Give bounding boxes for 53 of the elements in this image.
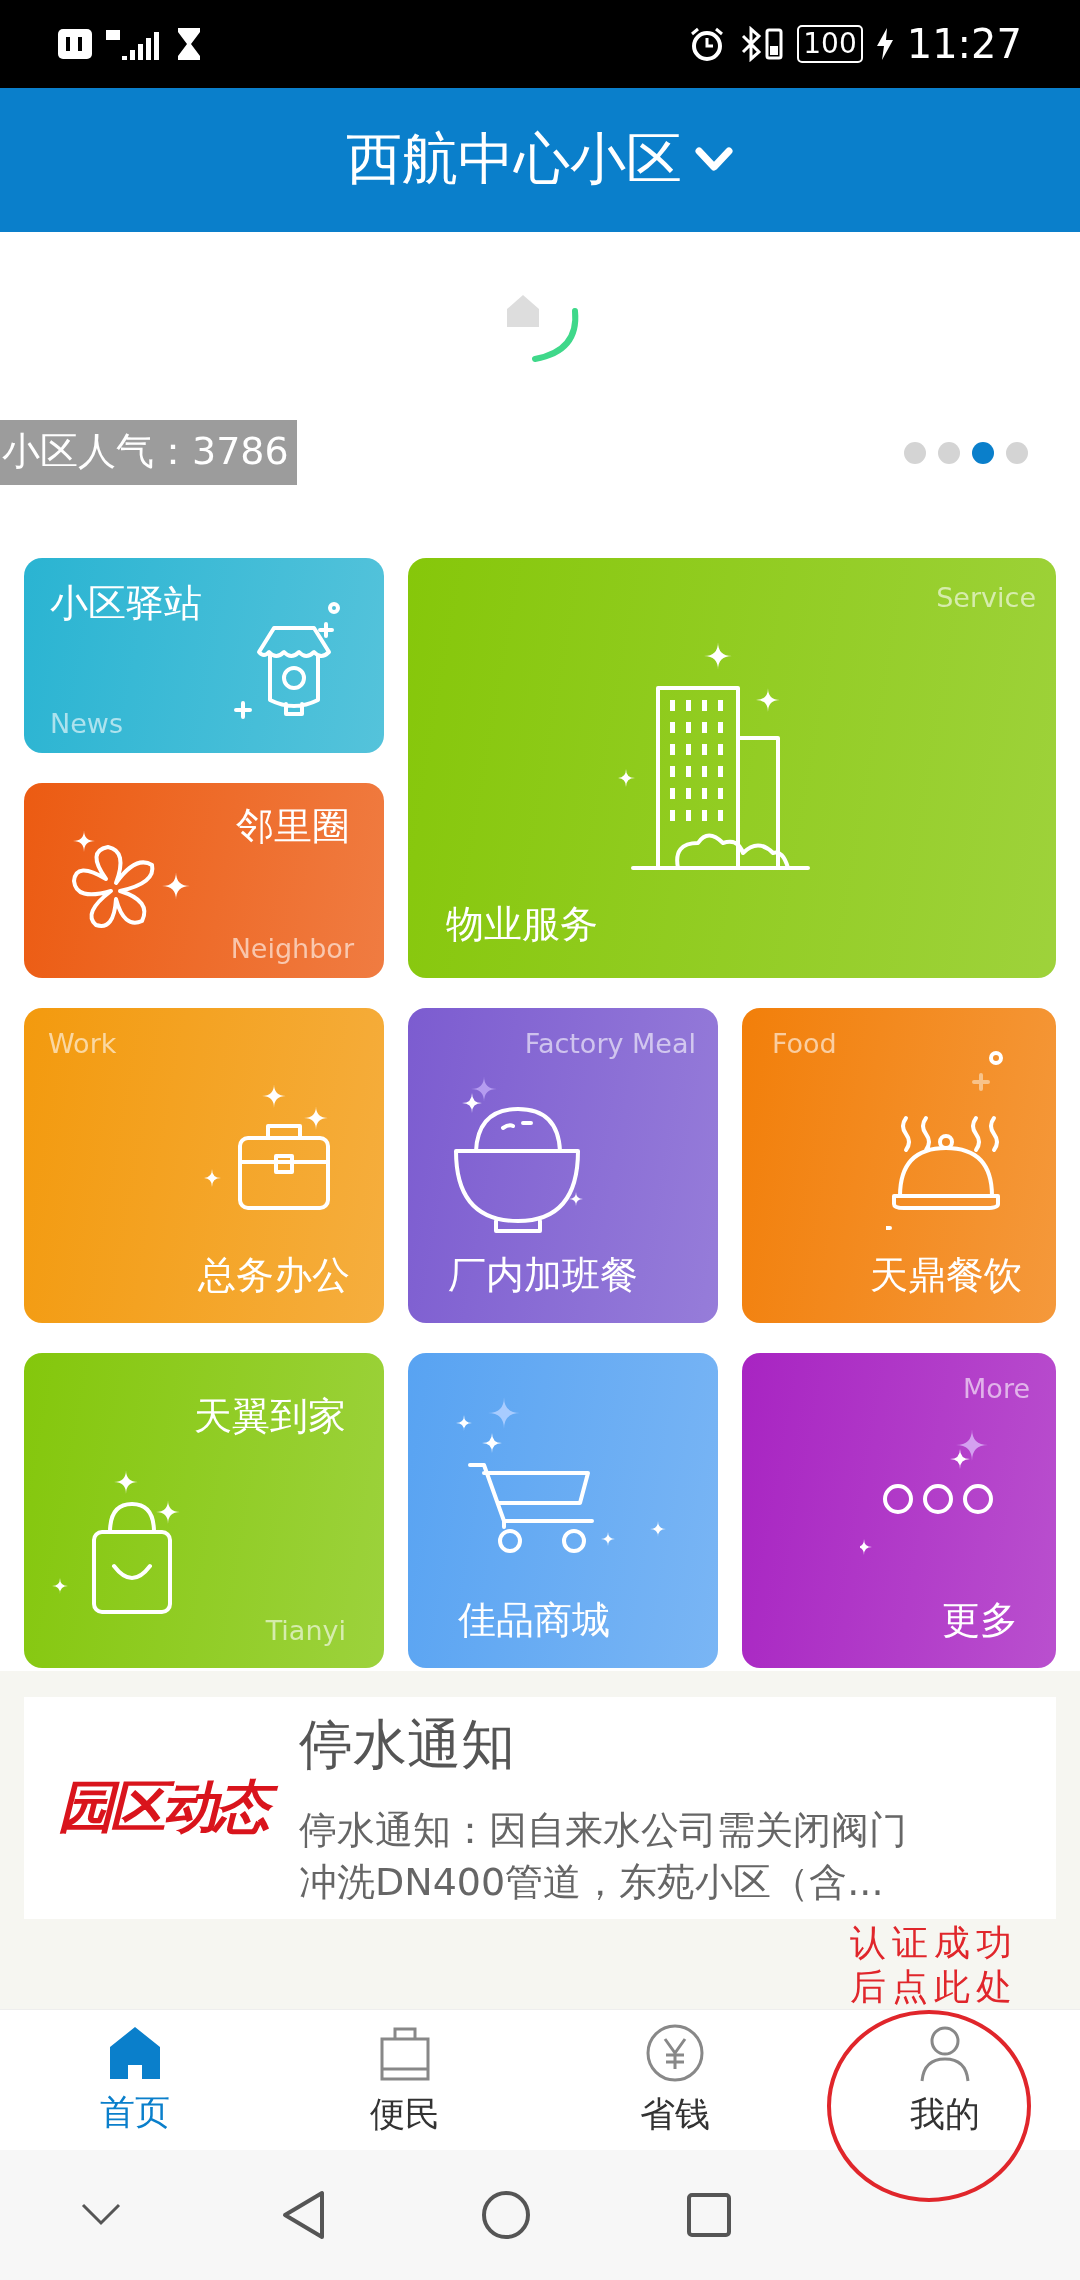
annotation-text: 认证成功	[850, 1922, 1018, 1964]
nav-tab[interactable]: 我的	[810, 2010, 1080, 2150]
recent-apps-icon[interactable]	[685, 2192, 732, 2238]
chevron-down-icon[interactable]	[694, 146, 734, 174]
page-dot[interactable]	[972, 441, 994, 464]
tile-title: 佳品商城	[458, 1597, 610, 1644]
home-icon	[108, 2024, 162, 2081]
news-summary: 停水通知：因自来水公司需关闭阀门冲洗DN400管道，东苑小区（含...	[299, 1806, 908, 1906]
news-logo: 园区动态	[24, 1770, 299, 1846]
chevron-down-icon[interactable]	[81, 2203, 122, 2227]
service-tile[interactable]: More 更多	[742, 1353, 1056, 1668]
nav-tab[interactable]: 首页	[0, 2010, 270, 2150]
service-tile[interactable]: 邻里圈 Neighbor	[24, 783, 384, 978]
service-tile[interactable]: Food 天鼎餐饮	[742, 1008, 1056, 1323]
news-title: 停水通知	[299, 1711, 516, 1778]
tile-subtitle: Work	[48, 1028, 117, 1059]
service-tile[interactable]: 小区驿站 News	[24, 558, 384, 753]
tile-title: 天鼎餐饮	[870, 1252, 1022, 1299]
service-tile[interactable]: 佳品商城	[408, 1353, 718, 1668]
page-dot[interactable]	[904, 441, 926, 464]
signal-icon	[106, 28, 162, 60]
page-dot[interactable]	[1006, 441, 1028, 464]
hourglass-icon	[176, 28, 202, 60]
tile-subtitle: News	[50, 708, 123, 739]
community-title[interactable]: 西航中心小区	[346, 122, 682, 198]
news-card[interactable]: 园区动态 停水通知 停水通知：因自来水公司需关闭阀门冲洗DN400管道，东苑小区（含...	[24, 1697, 1056, 1919]
tile-subtitle: Tianyi	[265, 1615, 346, 1646]
tile-title: 天翼到家	[194, 1393, 346, 1440]
tile-subtitle: Factory Meal	[524, 1028, 696, 1059]
nav-tab[interactable]: 便民	[270, 2010, 540, 2150]
tile-title: 厂内加班餐	[448, 1252, 638, 1299]
home-circle-icon[interactable]	[481, 2190, 532, 2240]
tile-title: 小区驿站	[50, 580, 202, 627]
tile-title: 邻里圈	[236, 803, 350, 850]
clock-time: 11:27	[906, 21, 1022, 67]
tile-title: 更多	[942, 1597, 1018, 1644]
nav-tab[interactable]: 省钱	[540, 2010, 810, 2150]
tile-subtitle: Food	[772, 1028, 837, 1059]
alarm-icon	[689, 26, 726, 62]
annotation-text: 后点此处	[850, 1966, 1018, 2008]
back-icon[interactable]	[281, 2190, 326, 2240]
tile-subtitle: More	[963, 1373, 1030, 1404]
bluetooth-icon	[739, 26, 784, 62]
service-tile[interactable]: Factory Meal 厂内加班餐	[408, 1008, 718, 1323]
battery-level: 100	[797, 25, 863, 63]
popularity-label: 小区人气：3786	[0, 420, 297, 485]
charging-icon	[876, 28, 893, 60]
tile-title: 总务办公	[198, 1252, 350, 1299]
yen-coin-icon	[645, 2022, 705, 2083]
tile-subtitle: Service	[936, 582, 1036, 613]
tile-subtitle: Neighbor	[230, 933, 354, 964]
tile-title: 物业服务	[446, 901, 598, 948]
page-dot[interactable]	[938, 441, 960, 464]
